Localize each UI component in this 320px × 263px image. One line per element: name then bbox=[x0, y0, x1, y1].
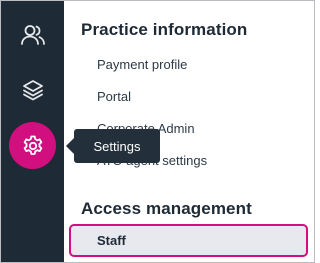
nav-item-staff[interactable]: Staff bbox=[69, 224, 308, 257]
nav-item-portal[interactable]: Portal bbox=[97, 89, 131, 104]
nav-item-payment-profile[interactable]: Payment profile bbox=[97, 57, 187, 72]
layers-icon bbox=[21, 78, 45, 102]
settings-tooltip: Settings bbox=[74, 129, 160, 163]
tooltip-arrow bbox=[66, 138, 74, 154]
rail-button-settings[interactable] bbox=[9, 122, 56, 169]
rail-button-layers[interactable] bbox=[9, 66, 56, 113]
icon-rail bbox=[1, 1, 64, 262]
section-title-access-management: Access management bbox=[81, 199, 252, 218]
gear-icon bbox=[21, 134, 45, 158]
people-icon bbox=[20, 23, 46, 47]
section-title-practice-information: Practice information bbox=[81, 20, 248, 39]
rail-button-people[interactable] bbox=[9, 11, 56, 58]
settings-window: Practice information Payment profile Por… bbox=[0, 0, 315, 263]
